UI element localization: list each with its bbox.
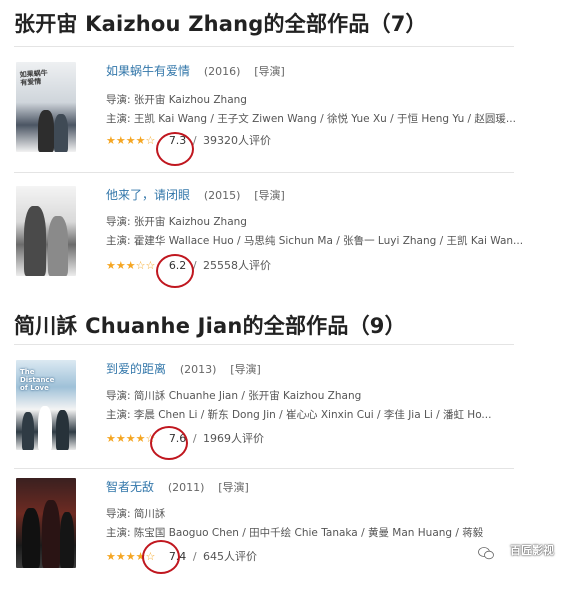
rating-stars: ★★★☆☆: [106, 259, 156, 272]
cast-line: 主演: 李晨 Chen Li / 靳东 Dong Jin / 崔心心 Xinxi…: [106, 409, 492, 421]
score-highlight-circle: [142, 540, 180, 574]
work-year: (2016): [203, 65, 241, 78]
work-year: (2013): [179, 363, 217, 376]
work-role: [导演]: [254, 65, 285, 78]
movie-poster[interactable]: 如果蜗牛 有爱情: [16, 62, 76, 152]
section-title-kaizhou-zhang: 张开宙 Kaizhou Zhang的全部作品（7）: [14, 12, 427, 36]
rating-count: 39320人评价: [203, 134, 272, 147]
rating-count: 645人评价: [203, 550, 258, 563]
poster-title-text: 如果蜗牛 有爱情: [19, 69, 48, 87]
rating-count: 25558人评价: [203, 259, 272, 272]
director-line: 导演: 张开宙 Kaizhou Zhang: [106, 94, 247, 106]
section-title-chuanhe-jian: 简川訸 Chuanhe Jian的全部作品（9）: [14, 314, 406, 338]
work-title-link[interactable]: 智者无敌: [106, 480, 154, 494]
rating-stars: ★★★★☆: [106, 432, 156, 445]
work-divider: [14, 468, 514, 469]
work-year: (2015): [203, 189, 241, 202]
poster-figure: [22, 412, 34, 450]
poster-figure: [42, 500, 60, 568]
section-divider: [14, 344, 514, 345]
director-line: 导演: 简川訸 Chuanhe Jian / 张开宙 Kaizhou Zhang: [106, 390, 362, 402]
wechat-icon: [478, 547, 494, 560]
work-role: [导演]: [254, 189, 285, 202]
work-title-link[interactable]: 如果蜗牛有爱情: [106, 64, 190, 78]
work-item: The Distance of Love 到爱的距离 (2013) [导演] 导…: [14, 360, 574, 472]
poster-title-text: The Distance of Love: [20, 368, 55, 392]
work-title-link[interactable]: 他来了，请闭眼: [106, 188, 190, 202]
director-line: 导演: 简川訸: [106, 508, 166, 520]
rating-stars: ★★★★☆: [106, 134, 156, 147]
rating-separator: /: [192, 550, 197, 563]
poster-figure: [54, 114, 68, 152]
cast-line: 主演: 霍建华 Wallace Huo / 马思纯 Sichun Ma / 张鲁…: [106, 235, 524, 247]
movie-poster[interactable]: The Distance of Love: [16, 360, 76, 450]
poster-figure: [38, 110, 54, 152]
watermark-text: 百匠影视: [510, 544, 554, 557]
poster-figure: [56, 410, 69, 450]
rating-count: 1969人评价: [203, 432, 265, 445]
score-highlight-circle: [156, 132, 194, 166]
poster-figure: [48, 216, 68, 276]
poster-figure: [38, 406, 52, 450]
work-item: 智者无敌 (2011) [导演] 导演: 简川訸 主演: 陈宝国 Baoguo …: [14, 478, 574, 590]
rating-separator: /: [192, 432, 197, 445]
director-line: 导演: 张开宙 Kaizhou Zhang: [106, 216, 247, 228]
score-highlight-circle: [150, 426, 188, 460]
work-role: [导演]: [230, 363, 261, 376]
work-year: (2011): [167, 481, 205, 494]
cast-line: 主演: 王凯 Kai Wang / 王子文 Ziwen Wang / 徐悦 Yu…: [106, 113, 516, 125]
poster-figure: [22, 508, 40, 568]
section-divider: [14, 46, 514, 47]
work-item: 他来了，请闭眼 (2015) [导演] 导演: 张开宙 Kaizhou Zhan…: [14, 186, 574, 298]
work-title-link[interactable]: 到爱的距离: [106, 362, 166, 376]
work-item: 如果蜗牛 有爱情 如果蜗牛有爱情 (2016) [导演] 导演: 张开宙 Kai…: [14, 62, 574, 174]
cast-line: 主演: 陈宝国 Baoguo Chen / 田中千绘 Chie Tanaka /…: [106, 527, 486, 539]
score-highlight-circle: [156, 254, 194, 288]
movie-poster[interactable]: [16, 478, 76, 568]
poster-figure: [60, 512, 74, 568]
work-divider: [14, 172, 514, 173]
poster-figure: [24, 206, 46, 276]
work-role: [导演]: [218, 481, 249, 494]
movie-poster[interactable]: [16, 186, 76, 276]
